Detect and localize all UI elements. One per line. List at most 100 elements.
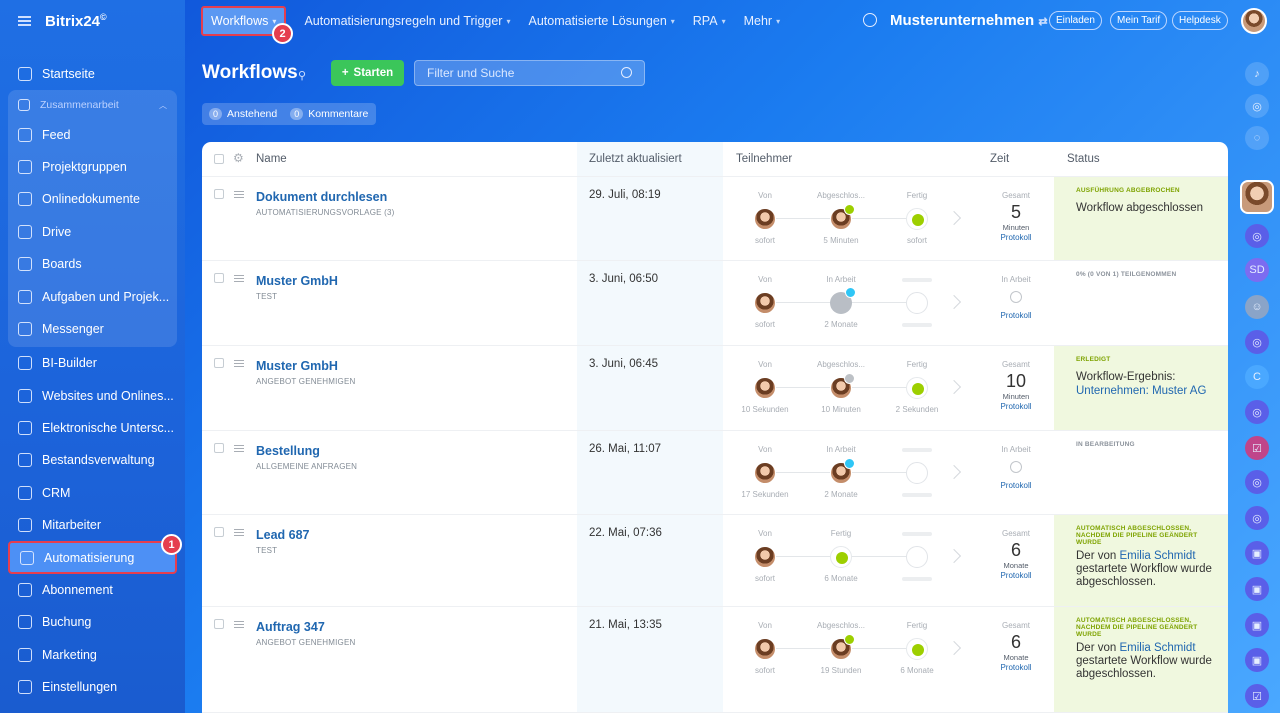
drag-handle-icon[interactable]: [234, 191, 244, 198]
participant-step[interactable]: Von sofort: [725, 529, 805, 583]
column-updated[interactable]: Zuletzt aktualisiert: [589, 153, 682, 165]
workflow-name-link[interactable]: Muster GmbH: [256, 274, 338, 288]
participant-step[interactable]: Fertig 2 Sekunden: [877, 360, 957, 414]
tab-mehr[interactable]: Mehr ▾: [744, 14, 781, 28]
sidebar-item-projektgruppen[interactable]: Projektgruppen: [8, 151, 177, 183]
drag-handle-icon[interactable]: [234, 275, 244, 282]
row-checkbox[interactable]: [214, 189, 224, 199]
copilot-icon[interactable]: ◎: [1245, 470, 1269, 494]
workflow-name-link[interactable]: Auftrag 347: [256, 620, 325, 634]
tab-rpa[interactable]: RPA ▾: [693, 14, 726, 28]
sidebar-item-drive[interactable]: Drive: [8, 216, 177, 248]
protocol-link[interactable]: Protokoll: [988, 311, 1044, 320]
widget-icon[interactable]: ◎: [1245, 94, 1269, 118]
sidebar-item-mitarbeiter[interactable]: Mitarbeiter: [8, 509, 177, 541]
participant-step[interactable]: Von 10 Sekunden: [725, 360, 805, 414]
search-icon[interactable]: [863, 13, 877, 27]
table-row[interactable]: Lead 687 TEST 22. Mai, 07:36 Von sofort Ferti…: [202, 515, 1228, 607]
check-icon[interactable]: ☑: [1245, 684, 1269, 708]
sidebar-item-abonnement[interactable]: Abonnement: [8, 574, 177, 606]
participant-step[interactable]: Fertig 6 Monate: [801, 529, 881, 583]
protocol-link[interactable]: Protokoll: [988, 402, 1044, 411]
participant-step[interactable]: In Arbeit 2 Monate: [801, 275, 881, 329]
pin-icon[interactable]: ⚲: [298, 69, 306, 82]
sidebar-group-header[interactable]: Zusammenarbeit ︿: [8, 92, 177, 118]
lock-icon[interactable]: ▣: [1245, 577, 1269, 601]
logo[interactable]: Bitrix24©: [45, 12, 107, 30]
counter-kommentare[interactable]: 0 Kommentare: [290, 108, 368, 120]
row-checkbox[interactable]: [214, 273, 224, 283]
select-all-checkbox[interactable]: [214, 154, 224, 164]
participant-step[interactable]: Von 17 Sekunden: [725, 445, 805, 499]
sidebar-item-buchung[interactable]: Buchung: [8, 606, 177, 638]
participant-step[interactable]: Abgeschlos... 5 Minuten: [801, 191, 881, 245]
user-link[interactable]: Emilia Schmidt: [1119, 550, 1195, 562]
row-checkbox[interactable]: [214, 443, 224, 453]
drag-handle-icon[interactable]: [234, 621, 244, 628]
participant-step[interactable]: Von sofort: [725, 191, 805, 245]
table-row[interactable]: Dokument durchlesen AUTOMATISIERUNGSVORLA…: [202, 177, 1228, 261]
workflow-name-link[interactable]: Dokument durchlesen: [256, 190, 387, 204]
chat-icon[interactable]: ◌: [1245, 126, 1269, 150]
sidebar-item-marketing[interactable]: Marketing: [8, 639, 177, 671]
invite-button[interactable]: Einladen: [1049, 11, 1102, 30]
menu-icon[interactable]: [18, 16, 31, 26]
drag-handle-icon[interactable]: [234, 445, 244, 452]
workflow-name-link[interactable]: Muster GmbH: [256, 359, 338, 373]
sidebar-item-onlinedokumente[interactable]: Onlinedokumente: [8, 183, 177, 215]
task-icon[interactable]: ☑: [1245, 436, 1269, 460]
copilot-icon[interactable]: ◎: [1245, 400, 1269, 424]
protocol-link[interactable]: Protokoll: [988, 233, 1044, 242]
lock-icon[interactable]: ▣: [1245, 648, 1269, 672]
tariff-button[interactable]: Mein Tarif: [1110, 11, 1168, 30]
gear-icon[interactable]: ⚙: [233, 151, 244, 165]
sidebar-item-crm[interactable]: CRM: [8, 477, 177, 509]
protocol-link[interactable]: Protokoll: [988, 571, 1044, 580]
participant-step[interactable]: Abgeschlos... 10 Minuten: [801, 360, 881, 414]
avatar[interactable]: [1240, 180, 1274, 214]
sidebar-item-websites[interactable]: Websites und Onlines...: [8, 380, 177, 412]
sidebar-item-inventory[interactable]: Bestandsverwaltung: [8, 444, 177, 476]
sidebar-item-einstellungen[interactable]: Einstellungen: [8, 671, 177, 703]
workflow-name-link[interactable]: Bestellung: [256, 444, 320, 458]
drag-handle-icon[interactable]: [234, 360, 244, 367]
table-row[interactable]: Auftrag 347 ANGEBOT GENEHMIGEN 21. Mai, 13…: [202, 607, 1228, 713]
row-checkbox[interactable]: [214, 527, 224, 537]
table-row[interactable]: Muster GmbH TEST 3. Juni, 06:50 Von sofort In…: [202, 261, 1228, 346]
c-avatar[interactable]: C: [1245, 365, 1269, 389]
lock-icon[interactable]: ▣: [1245, 541, 1269, 565]
sidebar-item-boards[interactable]: Boards: [8, 248, 177, 280]
lock-icon[interactable]: ▣: [1245, 613, 1269, 637]
helpdesk-button[interactable]: Helpdesk: [1172, 11, 1228, 30]
search-icon[interactable]: [621, 67, 632, 78]
participant-step[interactable]: Fertig 6 Monate: [877, 621, 957, 675]
copilot-icon[interactable]: ◎: [1245, 506, 1269, 530]
table-row[interactable]: Bestellung ALLGEMEINE ANFRAGEN 26. Mai, 11…: [202, 431, 1228, 515]
sidebar-item-bi-builder[interactable]: BI-Builder: [8, 347, 177, 379]
start-button[interactable]: + Starten: [331, 60, 404, 86]
filter-search-input[interactable]: [414, 60, 645, 86]
sidebar-item-automatisierung[interactable]: Automatisierung: [8, 541, 177, 574]
user-avatar[interactable]: ☺: [1245, 295, 1269, 319]
participant-step[interactable]: Abgeschlos... 19 Stunden: [801, 621, 881, 675]
participant-step[interactable]: Von sofort: [725, 621, 805, 675]
sd-avatar[interactable]: SD: [1245, 258, 1269, 282]
counter-anstehend[interactable]: 0 Anstehend: [209, 108, 277, 120]
bell-icon[interactable]: ♪: [1245, 62, 1269, 86]
tab-automatisierungsregeln[interactable]: Automatisierungsregeln und Trigger ▾: [304, 14, 510, 28]
result-link[interactable]: Unternehmen: Muster AG: [1076, 385, 1216, 398]
sidebar-item-messenger[interactable]: Messenger: [8, 313, 177, 345]
workflow-name-link[interactable]: Lead 687: [256, 528, 310, 542]
user-link[interactable]: Emilia Schmidt: [1119, 642, 1195, 654]
copilot-icon[interactable]: ◎: [1245, 224, 1269, 248]
participant-step[interactable]: Fertig sofort: [877, 191, 957, 245]
sidebar-item-startseite[interactable]: Startseite: [8, 58, 177, 90]
sidebar-item-signature[interactable]: Elektronische Untersc...: [8, 412, 177, 444]
table-row[interactable]: Muster GmbH ANGEBOT GENEHMIGEN 3. Juni, 06…: [202, 346, 1228, 431]
row-checkbox[interactable]: [214, 619, 224, 629]
column-name[interactable]: Name: [256, 153, 287, 165]
sidebar-item-feed[interactable]: Feed: [8, 118, 177, 150]
participant-step[interactable]: In Arbeit 2 Monate: [801, 445, 881, 499]
drag-handle-icon[interactable]: [234, 529, 244, 536]
company-name[interactable]: Musterunternehmen ⇄: [890, 12, 1048, 29]
